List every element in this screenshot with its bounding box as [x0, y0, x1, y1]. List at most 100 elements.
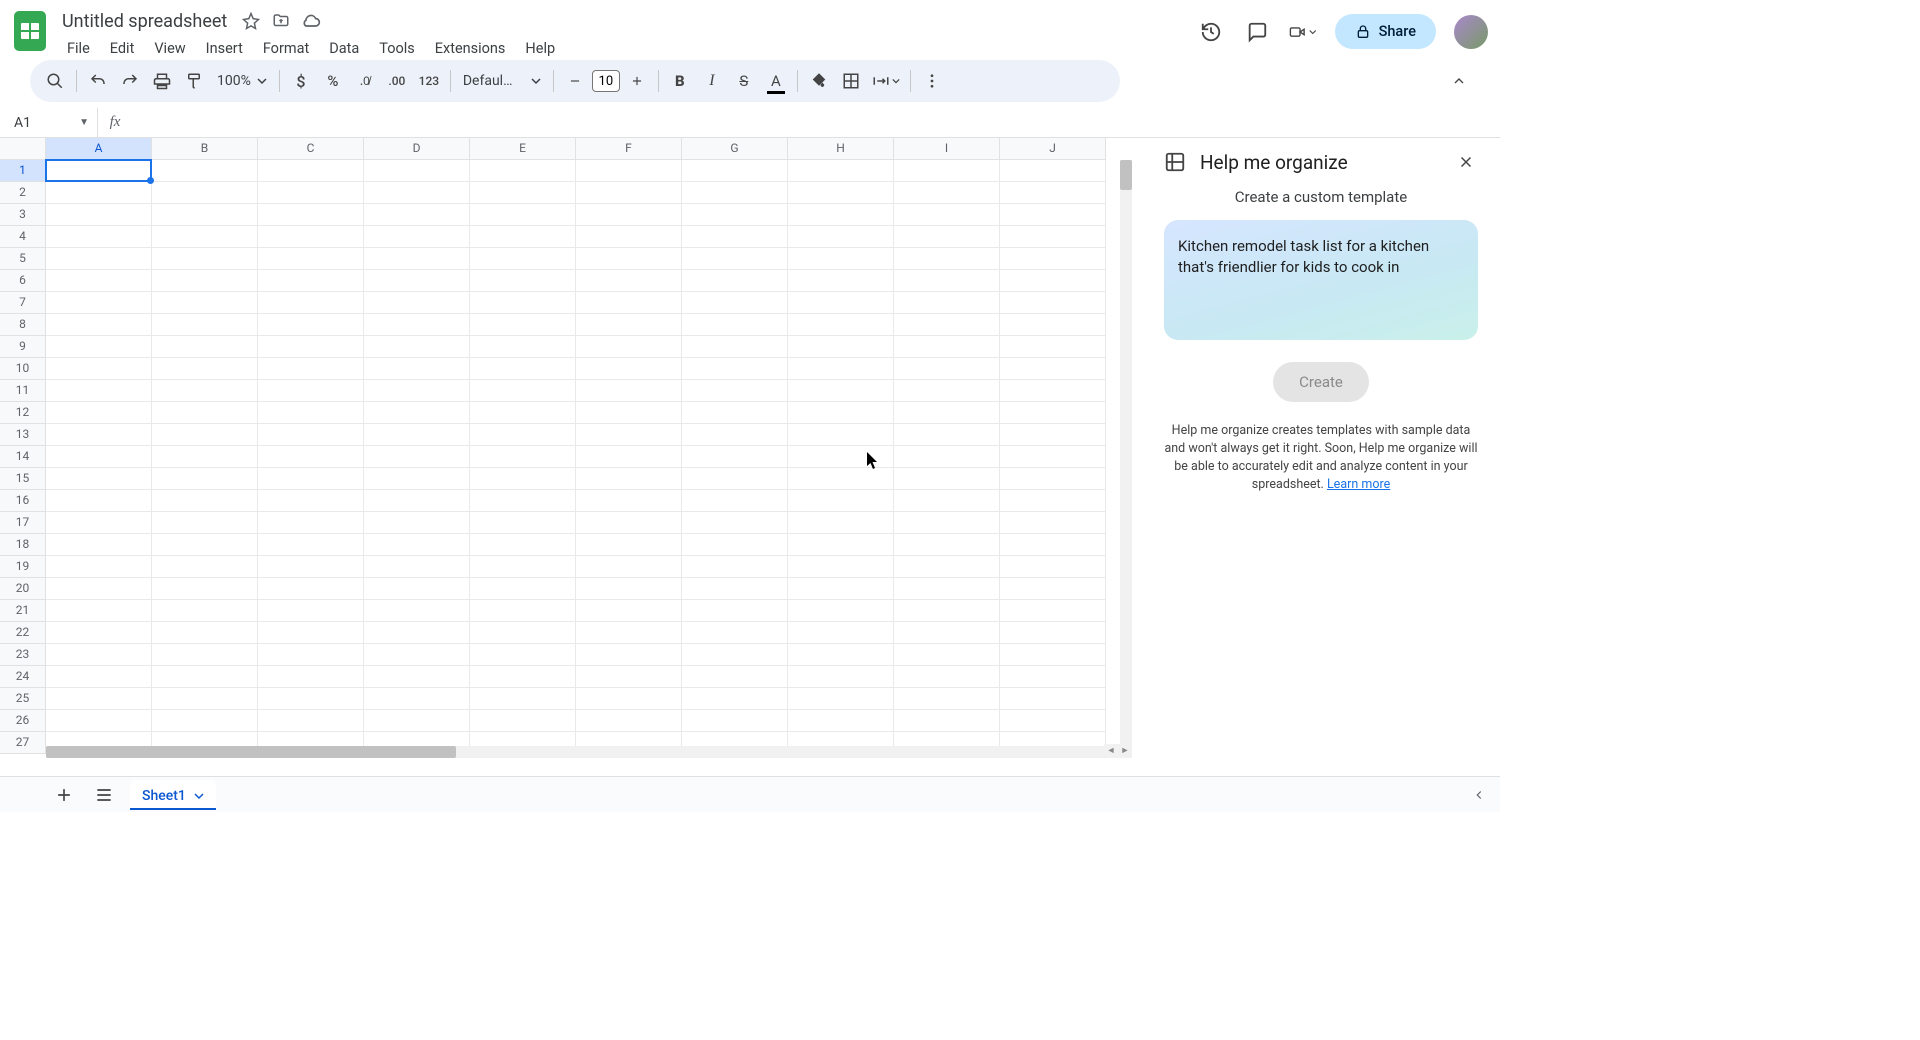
- all-sheets-button[interactable]: [90, 781, 118, 809]
- cell[interactable]: [364, 534, 470, 556]
- cell[interactable]: [258, 644, 364, 666]
- cell[interactable]: [152, 644, 258, 666]
- cell[interactable]: [46, 424, 152, 446]
- cell[interactable]: [788, 468, 894, 490]
- cell[interactable]: [152, 292, 258, 314]
- cell[interactable]: [788, 270, 894, 292]
- row-header[interactable]: 4: [0, 226, 46, 248]
- select-all-corner[interactable]: [0, 138, 46, 160]
- more-toolbar-icon[interactable]: [917, 66, 947, 96]
- cell[interactable]: [576, 182, 682, 204]
- move-icon[interactable]: [271, 11, 291, 31]
- row-header[interactable]: 13: [0, 424, 46, 446]
- cell[interactable]: [682, 490, 788, 512]
- cell[interactable]: [788, 358, 894, 380]
- cell[interactable]: [258, 600, 364, 622]
- cell[interactable]: [682, 314, 788, 336]
- percent-button[interactable]: %: [318, 66, 348, 96]
- cell[interactable]: [1000, 380, 1106, 402]
- cell[interactable]: [152, 380, 258, 402]
- cell[interactable]: [576, 710, 682, 732]
- cell[interactable]: [894, 380, 1000, 402]
- cell[interactable]: [364, 292, 470, 314]
- cell[interactable]: [152, 600, 258, 622]
- cell[interactable]: [258, 710, 364, 732]
- cell[interactable]: [152, 468, 258, 490]
- cell[interactable]: [788, 402, 894, 424]
- merge-cells-button[interactable]: [868, 66, 904, 96]
- cell[interactable]: [46, 182, 152, 204]
- star-icon[interactable]: [241, 11, 261, 31]
- undo-button[interactable]: [83, 66, 113, 96]
- cell[interactable]: [682, 512, 788, 534]
- cell[interactable]: [364, 600, 470, 622]
- cell[interactable]: [46, 644, 152, 666]
- row-header[interactable]: 11: [0, 380, 46, 402]
- cell[interactable]: [364, 578, 470, 600]
- currency-button[interactable]: $: [286, 66, 316, 96]
- row-header[interactable]: 10: [0, 358, 46, 380]
- cell[interactable]: [576, 622, 682, 644]
- cell[interactable]: [682, 160, 788, 182]
- cell[interactable]: [152, 358, 258, 380]
- explore-toggle[interactable]: [1468, 784, 1490, 806]
- cell[interactable]: [682, 424, 788, 446]
- cell[interactable]: [682, 204, 788, 226]
- cell[interactable]: [258, 688, 364, 710]
- cell[interactable]: [364, 490, 470, 512]
- spreadsheet-grid[interactable]: ABCDEFGHIJ 12345678910111213141516171819…: [0, 138, 1132, 758]
- cell[interactable]: [470, 402, 576, 424]
- cell[interactable]: [788, 644, 894, 666]
- cell[interactable]: [1000, 314, 1106, 336]
- cell[interactable]: [258, 204, 364, 226]
- cell[interactable]: [258, 270, 364, 292]
- cell[interactable]: [470, 512, 576, 534]
- cell[interactable]: [682, 600, 788, 622]
- cell[interactable]: [1000, 622, 1106, 644]
- cell[interactable]: [1000, 336, 1106, 358]
- cell[interactable]: [258, 512, 364, 534]
- cell[interactable]: [152, 578, 258, 600]
- column-header[interactable]: D: [364, 138, 470, 160]
- cell[interactable]: [576, 644, 682, 666]
- cell[interactable]: [1000, 644, 1106, 666]
- comments-icon[interactable]: [1243, 18, 1271, 46]
- cell[interactable]: [894, 556, 1000, 578]
- cell[interactable]: [46, 314, 152, 336]
- cell[interactable]: [470, 314, 576, 336]
- row-header[interactable]: 1: [0, 160, 46, 182]
- cell[interactable]: [470, 270, 576, 292]
- cell[interactable]: [46, 446, 152, 468]
- cell[interactable]: [894, 292, 1000, 314]
- cell[interactable]: [152, 534, 258, 556]
- cell[interactable]: [152, 336, 258, 358]
- cell[interactable]: [152, 710, 258, 732]
- menu-view[interactable]: View: [145, 36, 194, 61]
- cell[interactable]: [1000, 688, 1106, 710]
- cell[interactable]: [576, 556, 682, 578]
- cell[interactable]: [258, 248, 364, 270]
- cell[interactable]: [364, 512, 470, 534]
- cell[interactable]: [364, 446, 470, 468]
- cell[interactable]: [788, 182, 894, 204]
- cell[interactable]: [258, 622, 364, 644]
- column-header[interactable]: E: [470, 138, 576, 160]
- cell[interactable]: [470, 688, 576, 710]
- cell[interactable]: [46, 468, 152, 490]
- cell[interactable]: [576, 666, 682, 688]
- cell[interactable]: [470, 468, 576, 490]
- increase-font-size-button[interactable]: [622, 66, 652, 96]
- cell[interactable]: [364, 380, 470, 402]
- cell[interactable]: [1000, 666, 1106, 688]
- cell[interactable]: [152, 446, 258, 468]
- cell[interactable]: [788, 380, 894, 402]
- close-panel-button[interactable]: [1454, 150, 1478, 174]
- cell[interactable]: [46, 248, 152, 270]
- borders-button[interactable]: [836, 66, 866, 96]
- cell[interactable]: [788, 446, 894, 468]
- cell[interactable]: [576, 160, 682, 182]
- cell[interactable]: [788, 534, 894, 556]
- cloud-status-icon[interactable]: [301, 11, 321, 31]
- cell[interactable]: [46, 666, 152, 688]
- cell[interactable]: [788, 424, 894, 446]
